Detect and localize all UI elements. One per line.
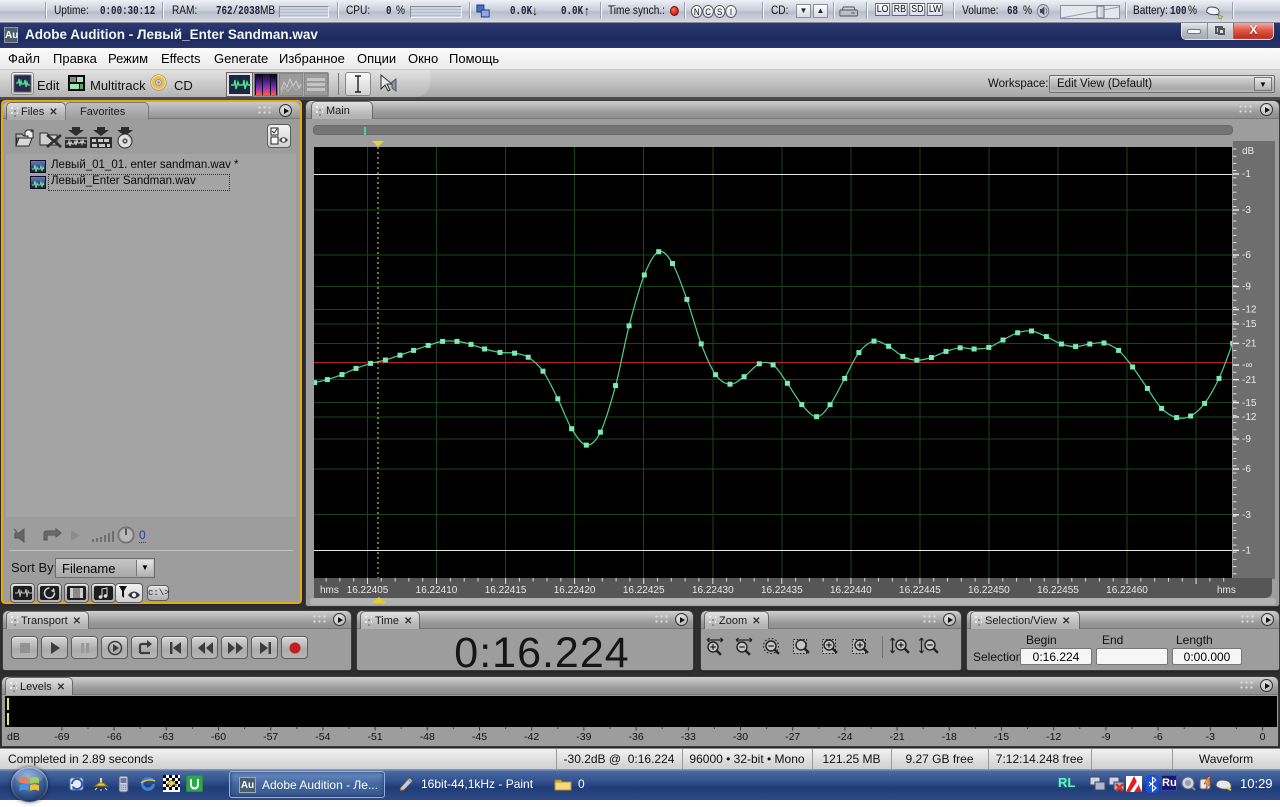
svg-text:-24: -24 bbox=[837, 731, 852, 743]
svg-text:-∞: -∞ bbox=[1242, 360, 1252, 371]
svg-text:-12: -12 bbox=[1046, 731, 1061, 743]
svg-text:0: 0 bbox=[1260, 731, 1266, 743]
svg-text:-30: -30 bbox=[733, 731, 748, 743]
svg-text:16.22410: 16.22410 bbox=[416, 585, 458, 596]
svg-text:-15: -15 bbox=[994, 731, 1009, 743]
svg-text:16.22460: 16.22460 bbox=[1106, 585, 1148, 596]
svg-text:16.22440: 16.22440 bbox=[830, 585, 872, 596]
svg-text:-66: -66 bbox=[107, 731, 122, 743]
svg-text:-48: -48 bbox=[420, 731, 435, 743]
svg-text:-3: -3 bbox=[1242, 205, 1251, 216]
svg-text:-3: -3 bbox=[1206, 731, 1215, 743]
svg-text:16.22435: 16.22435 bbox=[761, 585, 803, 596]
svg-text:16.22430: 16.22430 bbox=[692, 585, 734, 596]
svg-text:-15: -15 bbox=[1242, 398, 1257, 409]
svg-text:-21: -21 bbox=[890, 731, 905, 743]
svg-text:-33: -33 bbox=[681, 731, 696, 743]
svg-text:-63: -63 bbox=[159, 731, 174, 743]
svg-text:hms: hms bbox=[1217, 585, 1236, 596]
svg-text:-18: -18 bbox=[942, 731, 957, 743]
svg-text:-9: -9 bbox=[1101, 731, 1110, 743]
svg-text:16.22405: 16.22405 bbox=[347, 585, 389, 596]
svg-text:-42: -42 bbox=[524, 731, 539, 743]
svg-text:-45: -45 bbox=[472, 731, 487, 743]
svg-text:16.22450: 16.22450 bbox=[968, 585, 1010, 596]
svg-text:-39: -39 bbox=[576, 731, 591, 743]
svg-text:-15: -15 bbox=[1242, 319, 1257, 330]
svg-text:16.22445: 16.22445 bbox=[899, 585, 941, 596]
svg-text:-27: -27 bbox=[785, 731, 800, 743]
svg-text:-54: -54 bbox=[315, 731, 330, 743]
svg-text:dB: dB bbox=[7, 731, 20, 743]
svg-text:-6: -6 bbox=[1242, 464, 1251, 475]
svg-text:16.22455: 16.22455 bbox=[1037, 585, 1079, 596]
svg-text:-1: -1 bbox=[1242, 169, 1251, 180]
svg-text:-21: -21 bbox=[1242, 339, 1257, 350]
svg-text:-6: -6 bbox=[1242, 250, 1251, 261]
svg-text:16.22425: 16.22425 bbox=[623, 585, 665, 596]
svg-text:dB: dB bbox=[1242, 147, 1255, 157]
svg-text:-6: -6 bbox=[1153, 731, 1162, 743]
svg-text:hms: hms bbox=[320, 585, 339, 596]
svg-text:-12: -12 bbox=[1242, 412, 1257, 423]
svg-text:-9: -9 bbox=[1242, 282, 1251, 293]
svg-text:-60: -60 bbox=[211, 731, 226, 743]
svg-text:-69: -69 bbox=[54, 731, 69, 743]
svg-text:-12: -12 bbox=[1242, 305, 1257, 316]
svg-text:-36: -36 bbox=[629, 731, 644, 743]
svg-text:-51: -51 bbox=[368, 731, 383, 743]
svg-text:-57: -57 bbox=[263, 731, 278, 743]
svg-text:-1: -1 bbox=[1242, 546, 1251, 557]
svg-text:-9: -9 bbox=[1242, 434, 1251, 445]
svg-text:-21: -21 bbox=[1242, 375, 1257, 386]
svg-text:16.22420: 16.22420 bbox=[554, 585, 596, 596]
svg-text:16.22415: 16.22415 bbox=[485, 585, 527, 596]
svg-text:-3: -3 bbox=[1242, 510, 1251, 521]
